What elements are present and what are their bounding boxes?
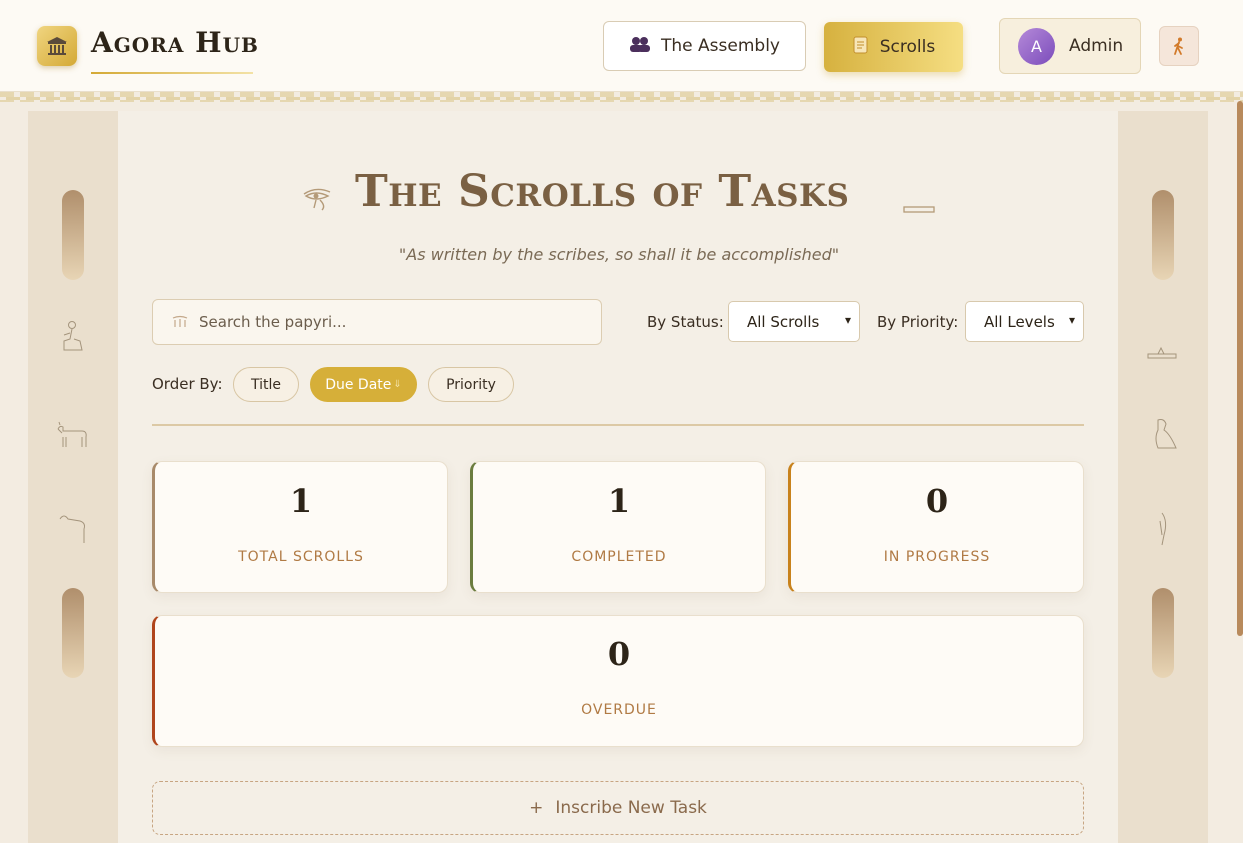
status-select-value: All Scrolls [747,312,820,331]
sort-due-date-label: Due Date [325,376,392,393]
snake-icon [58,511,90,554]
falcon-icon [1148,416,1180,459]
chevron-down-icon: ▾ [1068,313,1075,327]
stat-label: TOTAL SCROLLS [238,549,364,565]
eye-of-horus-icon [302,186,334,216]
order-by-label: Order By: [152,375,223,393]
seated-figure-icon [58,319,88,360]
stat-value: 0 [607,635,631,673]
page-subtitle: "As written by the scribes, so shall it … [398,245,840,264]
scroll-icon [852,35,870,60]
bull-icon [54,421,90,458]
greek-key-border-inner [0,97,1243,100]
user-menu-button[interactable]: A Admin [999,18,1141,74]
plus-icon: + [529,798,544,818]
altar-icon [1146,336,1178,369]
reed-icon [171,313,189,332]
left-pillar [28,111,118,843]
feather-icon [1152,511,1172,554]
stat-card-completed: 1 COMPLETED [470,461,766,593]
divider [152,424,1084,426]
top-header: Agora Hub The Assembly Scrolls A Admin [0,0,1243,92]
people-icon [629,36,651,57]
nav-assembly-label: The Assembly [661,36,780,56]
walking-figure-icon[interactable] [1159,26,1199,66]
sort-title-button[interactable]: Title [233,367,299,402]
priority-filter-label: By Priority: [877,313,959,331]
stat-card-total: 1 TOTAL SCROLLS [152,461,448,593]
stat-value: 1 [289,482,313,520]
page-title: The Scrolls of Tasks [355,166,850,217]
sort-priority-button[interactable]: Priority [428,367,514,402]
nav-scrolls-button[interactable]: Scrolls [824,22,963,72]
priority-select[interactable]: All Levels ▾ [965,301,1084,342]
pillar-rod-top [62,190,84,280]
stat-label: IN PROGRESS [883,549,991,565]
status-filter-label: By Status: [647,313,724,331]
stat-value: 0 [925,482,949,520]
avatar: A [1018,27,1055,65]
pillar-rod-bottom [1152,588,1174,678]
stat-label: COMPLETED [571,549,667,565]
search-input[interactable] [199,313,579,331]
stat-card-in-progress: 0 IN PROGRESS [788,461,1084,593]
stat-card-overdue: 0 OVERDUE [152,615,1084,747]
right-pillar [1118,111,1208,843]
inscribe-new-task-button[interactable]: + Inscribe New Task [152,781,1084,835]
pillar-rod-top [1152,190,1174,280]
sort-due-date-button[interactable]: Due Date ⇓ [310,367,417,402]
search-field[interactable] [152,299,602,345]
priority-select-value: All Levels [984,312,1055,331]
temple-icon[interactable] [37,26,77,66]
nav-scrolls-label: Scrolls [879,37,936,57]
user-name: Admin [1069,36,1124,56]
offering-tray-icon [903,200,935,219]
pillar-rod-bottom [62,588,84,678]
status-select[interactable]: All Scrolls ▾ [728,301,860,342]
new-task-label: Inscribe New Task [555,798,707,818]
stat-value: 1 [607,482,631,520]
sort-direction-icon: ⇓ [393,379,402,390]
stat-label: OVERDUE [581,702,657,718]
brand-underline [91,72,253,74]
scrollbar[interactable] [1237,101,1243,636]
brand-title[interactable]: Agora Hub [91,26,259,59]
chevron-down-icon: ▾ [844,313,851,327]
nav-assembly-button[interactable]: The Assembly [603,21,806,71]
